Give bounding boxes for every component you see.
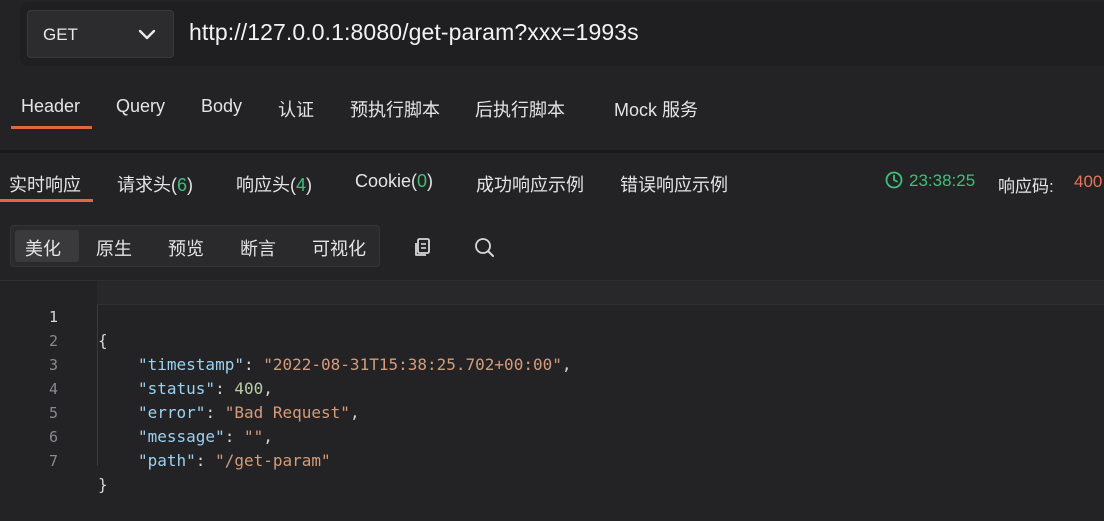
url-input[interactable]: http://127.0.0.1:8080/get-param?xxx=1993… xyxy=(189,19,639,46)
code-line: 6 "path": "/get-param" xyxy=(0,401,1104,470)
active-response-tab-indicator xyxy=(0,199,93,202)
response-time: 23:38:25 xyxy=(885,171,975,191)
request-tabs: Header Query Body 认证 预执行脚本 后执行脚本 Mock 服务 xyxy=(0,78,1104,150)
url-bar: GET http://127.0.0.1:8080/get-param?xxx=… xyxy=(20,2,1104,66)
line-number: 7 xyxy=(48,452,58,470)
view-mode-group: 美化 原生 预览 断言 可视化 xyxy=(10,225,380,267)
clock-icon xyxy=(885,171,903,189)
view-assert[interactable]: 断言 xyxy=(240,235,276,261)
json-value: "/get-param" xyxy=(215,451,331,470)
json-colon: : xyxy=(195,451,216,470)
active-tab-indicator xyxy=(11,126,92,129)
code-line: 4 "error": "Bad Request", xyxy=(0,353,1104,422)
tab-success-example[interactable]: 成功响应示例 xyxy=(476,171,584,197)
code-line: 3 "status": 400, xyxy=(0,329,1104,398)
code-text: } xyxy=(98,473,108,497)
search-icon[interactable] xyxy=(473,236,495,258)
tab-label: 请求头( xyxy=(117,175,177,195)
code-line: 5 "message": "", xyxy=(0,377,1104,446)
tab-query[interactable]: Query xyxy=(116,96,165,117)
code-line: 1 { xyxy=(0,281,1104,350)
chevron-down-icon xyxy=(138,29,156,40)
response-tabs: 实时响应 请求头(6) 响应头(4) Cookie(0) 成功响应示例 错误响应… xyxy=(0,153,1104,213)
response-time-value: 23:38:25 xyxy=(909,171,976,190)
paren: ) xyxy=(427,171,434,191)
response-code-value: 400 xyxy=(1074,172,1103,191)
brace-close: } xyxy=(98,475,108,494)
tab-cookie[interactable]: Cookie(0) xyxy=(355,171,433,192)
tab-label: 响应头( xyxy=(236,175,296,195)
json-key: "path" xyxy=(138,451,196,470)
code-text: "path": "/get-param" xyxy=(138,449,331,473)
response-body-editor[interactable]: 1 { 2 "timestamp": "2022-08-31T15:38:25.… xyxy=(0,280,1104,494)
paren: ) xyxy=(306,175,313,195)
count-badge: 0 xyxy=(417,171,428,191)
method-label: GET xyxy=(43,25,78,44)
response-code-label: 响应码: xyxy=(998,177,1054,196)
tab-header[interactable]: Header xyxy=(21,96,80,117)
code-line: 7 } xyxy=(0,425,1104,494)
tab-realtime-response[interactable]: 实时响应 xyxy=(9,171,81,197)
tab-mock-service[interactable]: Mock 服务 xyxy=(614,96,698,122)
code-line: 2 "timestamp": "2022-08-31T15:38:25.702+… xyxy=(0,305,1104,374)
view-visualize[interactable]: 可视化 xyxy=(312,235,366,261)
tab-pre-script[interactable]: 预执行脚本 xyxy=(350,96,440,122)
view-beautify[interactable]: 美化 xyxy=(25,235,61,261)
copy-icon[interactable] xyxy=(412,236,434,258)
tab-request-headers[interactable]: 请求头(6) xyxy=(117,171,193,197)
paren: ) xyxy=(187,175,194,195)
tab-label: Cookie( xyxy=(355,171,418,191)
tab-response-headers[interactable]: 响应头(4) xyxy=(236,171,312,197)
count-badge: 4 xyxy=(296,175,307,195)
tab-body[interactable]: Body xyxy=(201,96,242,117)
tab-error-example[interactable]: 错误响应示例 xyxy=(620,171,728,197)
view-preview[interactable]: 预览 xyxy=(168,235,204,261)
tab-post-script[interactable]: 后执行脚本 xyxy=(475,96,565,122)
count-badge: 6 xyxy=(177,175,188,195)
tab-auth[interactable]: 认证 xyxy=(278,96,314,122)
method-select[interactable]: GET xyxy=(27,10,174,58)
view-raw[interactable]: 原生 xyxy=(96,235,132,261)
